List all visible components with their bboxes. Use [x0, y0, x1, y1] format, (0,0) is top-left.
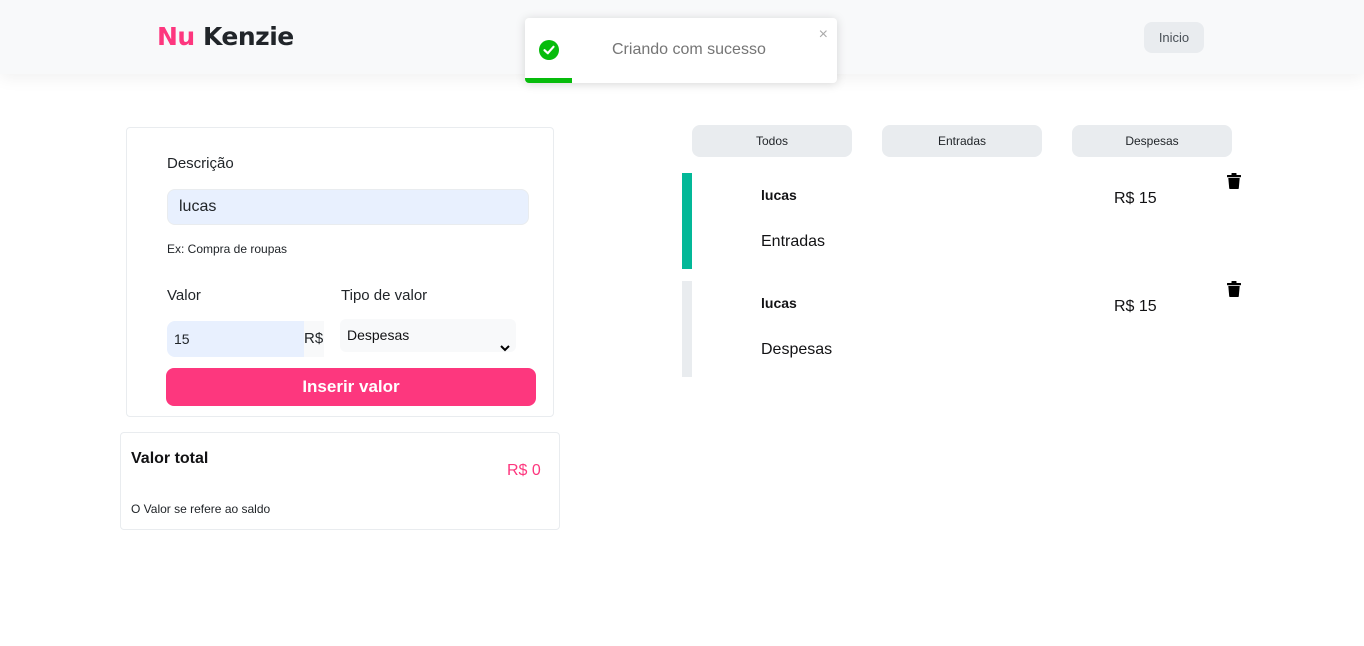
type-select-value: Despesas [347, 327, 410, 343]
close-icon[interactable]: × [819, 26, 828, 44]
total-card: Valor total R$ 0 O Valor se refere ao sa… [120, 432, 560, 530]
transaction-form: Descrição Ex: Compra de roupas Valor Tip… [126, 127, 554, 417]
insert-value-button[interactable]: Inserir valor [166, 368, 536, 406]
trash-icon[interactable] [1227, 281, 1241, 302]
filter-entradas-button[interactable]: Entradas [882, 125, 1042, 157]
check-circle-icon [539, 40, 559, 60]
total-note: O Valor se refere ao saldo [131, 502, 271, 516]
filter-despesas-button[interactable]: Despesas [1072, 125, 1232, 157]
list-item: lucas Despesas R$ 15 [682, 281, 1252, 377]
value-label: Valor [167, 287, 201, 304]
entry-accent-bar [682, 173, 692, 269]
logo: Nu Kenzie [157, 22, 294, 51]
entry-type: Despesas [761, 341, 833, 358]
success-toast: Criando com sucesso × [525, 18, 837, 83]
description-hint: Ex: Compra de roupas [167, 242, 288, 256]
toast-progress-bar [525, 78, 572, 83]
entry-name: lucas [761, 187, 797, 203]
home-button[interactable]: Inicio [1144, 22, 1204, 53]
logo-kenzie: Kenzie [202, 22, 294, 51]
description-input[interactable] [167, 189, 529, 225]
logo-nu: Nu [157, 22, 195, 51]
list-item: lucas Entradas R$ 15 [682, 173, 1252, 269]
type-label: Tipo de valor [341, 287, 428, 304]
entry-accent-bar [682, 281, 692, 377]
value-input[interactable] [167, 321, 304, 357]
chevron-down-icon [500, 331, 510, 364]
entry-name: lucas [761, 295, 797, 311]
entry-amount: R$ 15 [1114, 298, 1157, 315]
entry-type: Entradas [761, 233, 826, 250]
total-title: Valor total [131, 450, 209, 467]
type-select[interactable]: Despesas [340, 319, 516, 352]
description-label: Descrição [167, 155, 234, 172]
total-value: R$ 0 [507, 462, 541, 479]
trash-icon[interactable] [1227, 173, 1241, 194]
currency-label: R$ [304, 321, 324, 357]
filter-todos-button[interactable]: Todos [692, 125, 852, 157]
toast-message: Criando com sucesso [612, 41, 766, 58]
entry-amount: R$ 15 [1114, 190, 1157, 207]
